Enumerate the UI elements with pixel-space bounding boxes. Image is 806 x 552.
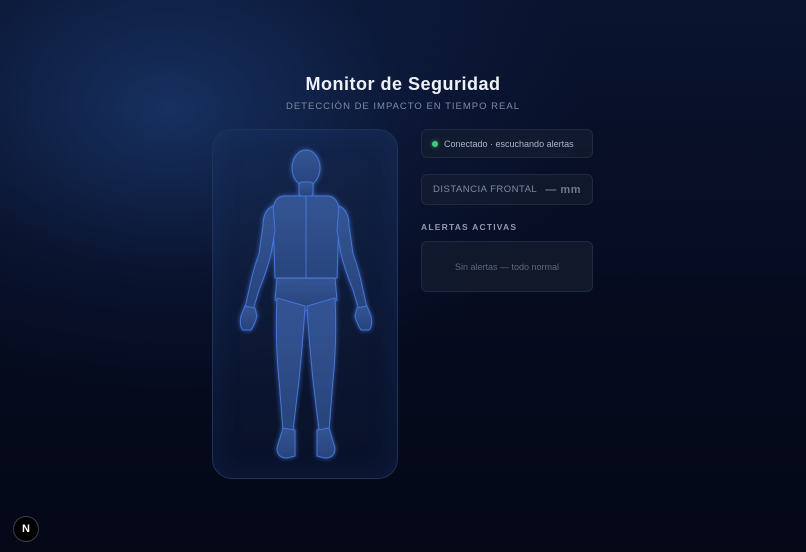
body-neck [298,181,314,197]
body-head [291,149,321,187]
nextjs-dev-badge-button[interactable]: N [13,516,39,542]
status-dot-icon [432,140,438,147]
no-alerts-message: Sin alertas — todo normal [454,261,560,272]
active-alerts-list: Sin alertas — todo normal [421,241,593,292]
front-distance-panel: DISTANCIA FRONTAL — mm [421,174,593,205]
body-left-leg [275,297,306,431]
human-body-figure [239,149,373,459]
body-left-arm [244,205,276,311]
body-right-arm [336,205,368,311]
active-alerts-heading: ALERTAS ACTIVAS [421,222,518,232]
page-title: Monitor de Seguridad [305,74,501,94]
front-distance-value: — mm [545,183,581,196]
front-distance-label: DISTANCIA FRONTAL [433,184,538,195]
body-map-card [212,129,398,479]
connection-status-text: Conectado · escuchando alertas [444,138,574,149]
body-left-foot [276,427,296,459]
body-left-hand [239,305,258,331]
body-right-foot [316,427,336,459]
connection-status: Conectado · escuchando alertas [421,129,593,158]
page-subtitle: DETECCIÓN DE IMPACTO EN TIEMPO REAL [285,101,520,112]
body-right-hand [354,305,373,331]
nextjs-logo-icon: N [22,523,30,535]
body-right-leg [306,297,337,431]
